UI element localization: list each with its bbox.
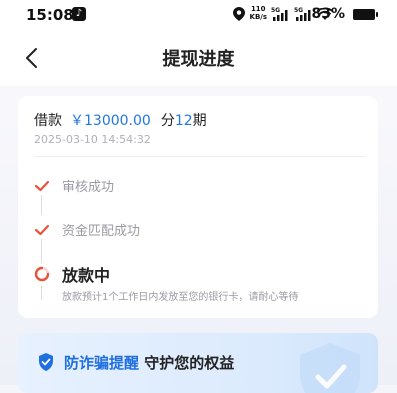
svg-text:5G: 5G (294, 7, 303, 14)
step-connector (41, 239, 42, 263)
battery-icon (353, 9, 378, 20)
banner-subtitle: 守护您的权益 (139, 354, 235, 372)
shield-check-icon (39, 353, 53, 371)
network-speed-value: 110 (250, 5, 266, 13)
tiktok-notification-icon: ♪ (72, 7, 86, 21)
status-bar: 15:08 ♪ 110 KB/s 5G 5G 83% (0, 0, 397, 30)
banner-title: 防诈骗提醒 守护您的权益 (64, 352, 234, 373)
step-label-active: 放款中 (62, 266, 111, 285)
withdrawal-progress-card: 借款 ￥13000.00 分12期 2025-03-10 14:54:32 审核成功… (18, 96, 378, 318)
check-icon (34, 224, 50, 236)
loading-spinner-icon (34, 266, 50, 282)
loan-term-value: 12 (174, 113, 193, 129)
step-label: 审核成功 (62, 180, 115, 195)
step-connector (41, 286, 42, 300)
step-label: 资金匹配成功 (62, 224, 141, 239)
network-speed: 110 KB/s (250, 5, 267, 21)
step-connector (41, 195, 42, 215)
battery-percentage: 83% (311, 6, 345, 22)
signal-5g-icon: 5G (271, 7, 288, 21)
loan-datetime: 2025-03-10 14:54:32 (34, 133, 151, 146)
page-title: 提现进度 (162, 49, 235, 70)
step-description: 放款预计1个工作日内发放至您的银行卡，请耐心等待 (62, 292, 299, 303)
loan-term-suffix: 期 (192, 113, 207, 129)
nav-bar: 提现进度 (0, 30, 397, 86)
network-speed-unit: KB/s (249, 13, 267, 21)
svg-text:5G: 5G (271, 7, 280, 14)
loan-label: 借款 (34, 113, 62, 129)
loan-summary: 借款 ￥13000.00 分12期 (34, 110, 207, 130)
loan-term-prefix: 分 (160, 113, 175, 129)
loan-amount: ￥13000.00 (70, 113, 151, 129)
banner-highlight: 防诈骗提醒 (64, 354, 140, 372)
location-icon (233, 7, 245, 21)
check-icon (34, 180, 50, 192)
divider (34, 156, 366, 157)
anti-fraud-banner[interactable]: 防诈骗提醒 守护您的权益 (18, 333, 378, 393)
status-time: 15:08 (26, 6, 74, 24)
